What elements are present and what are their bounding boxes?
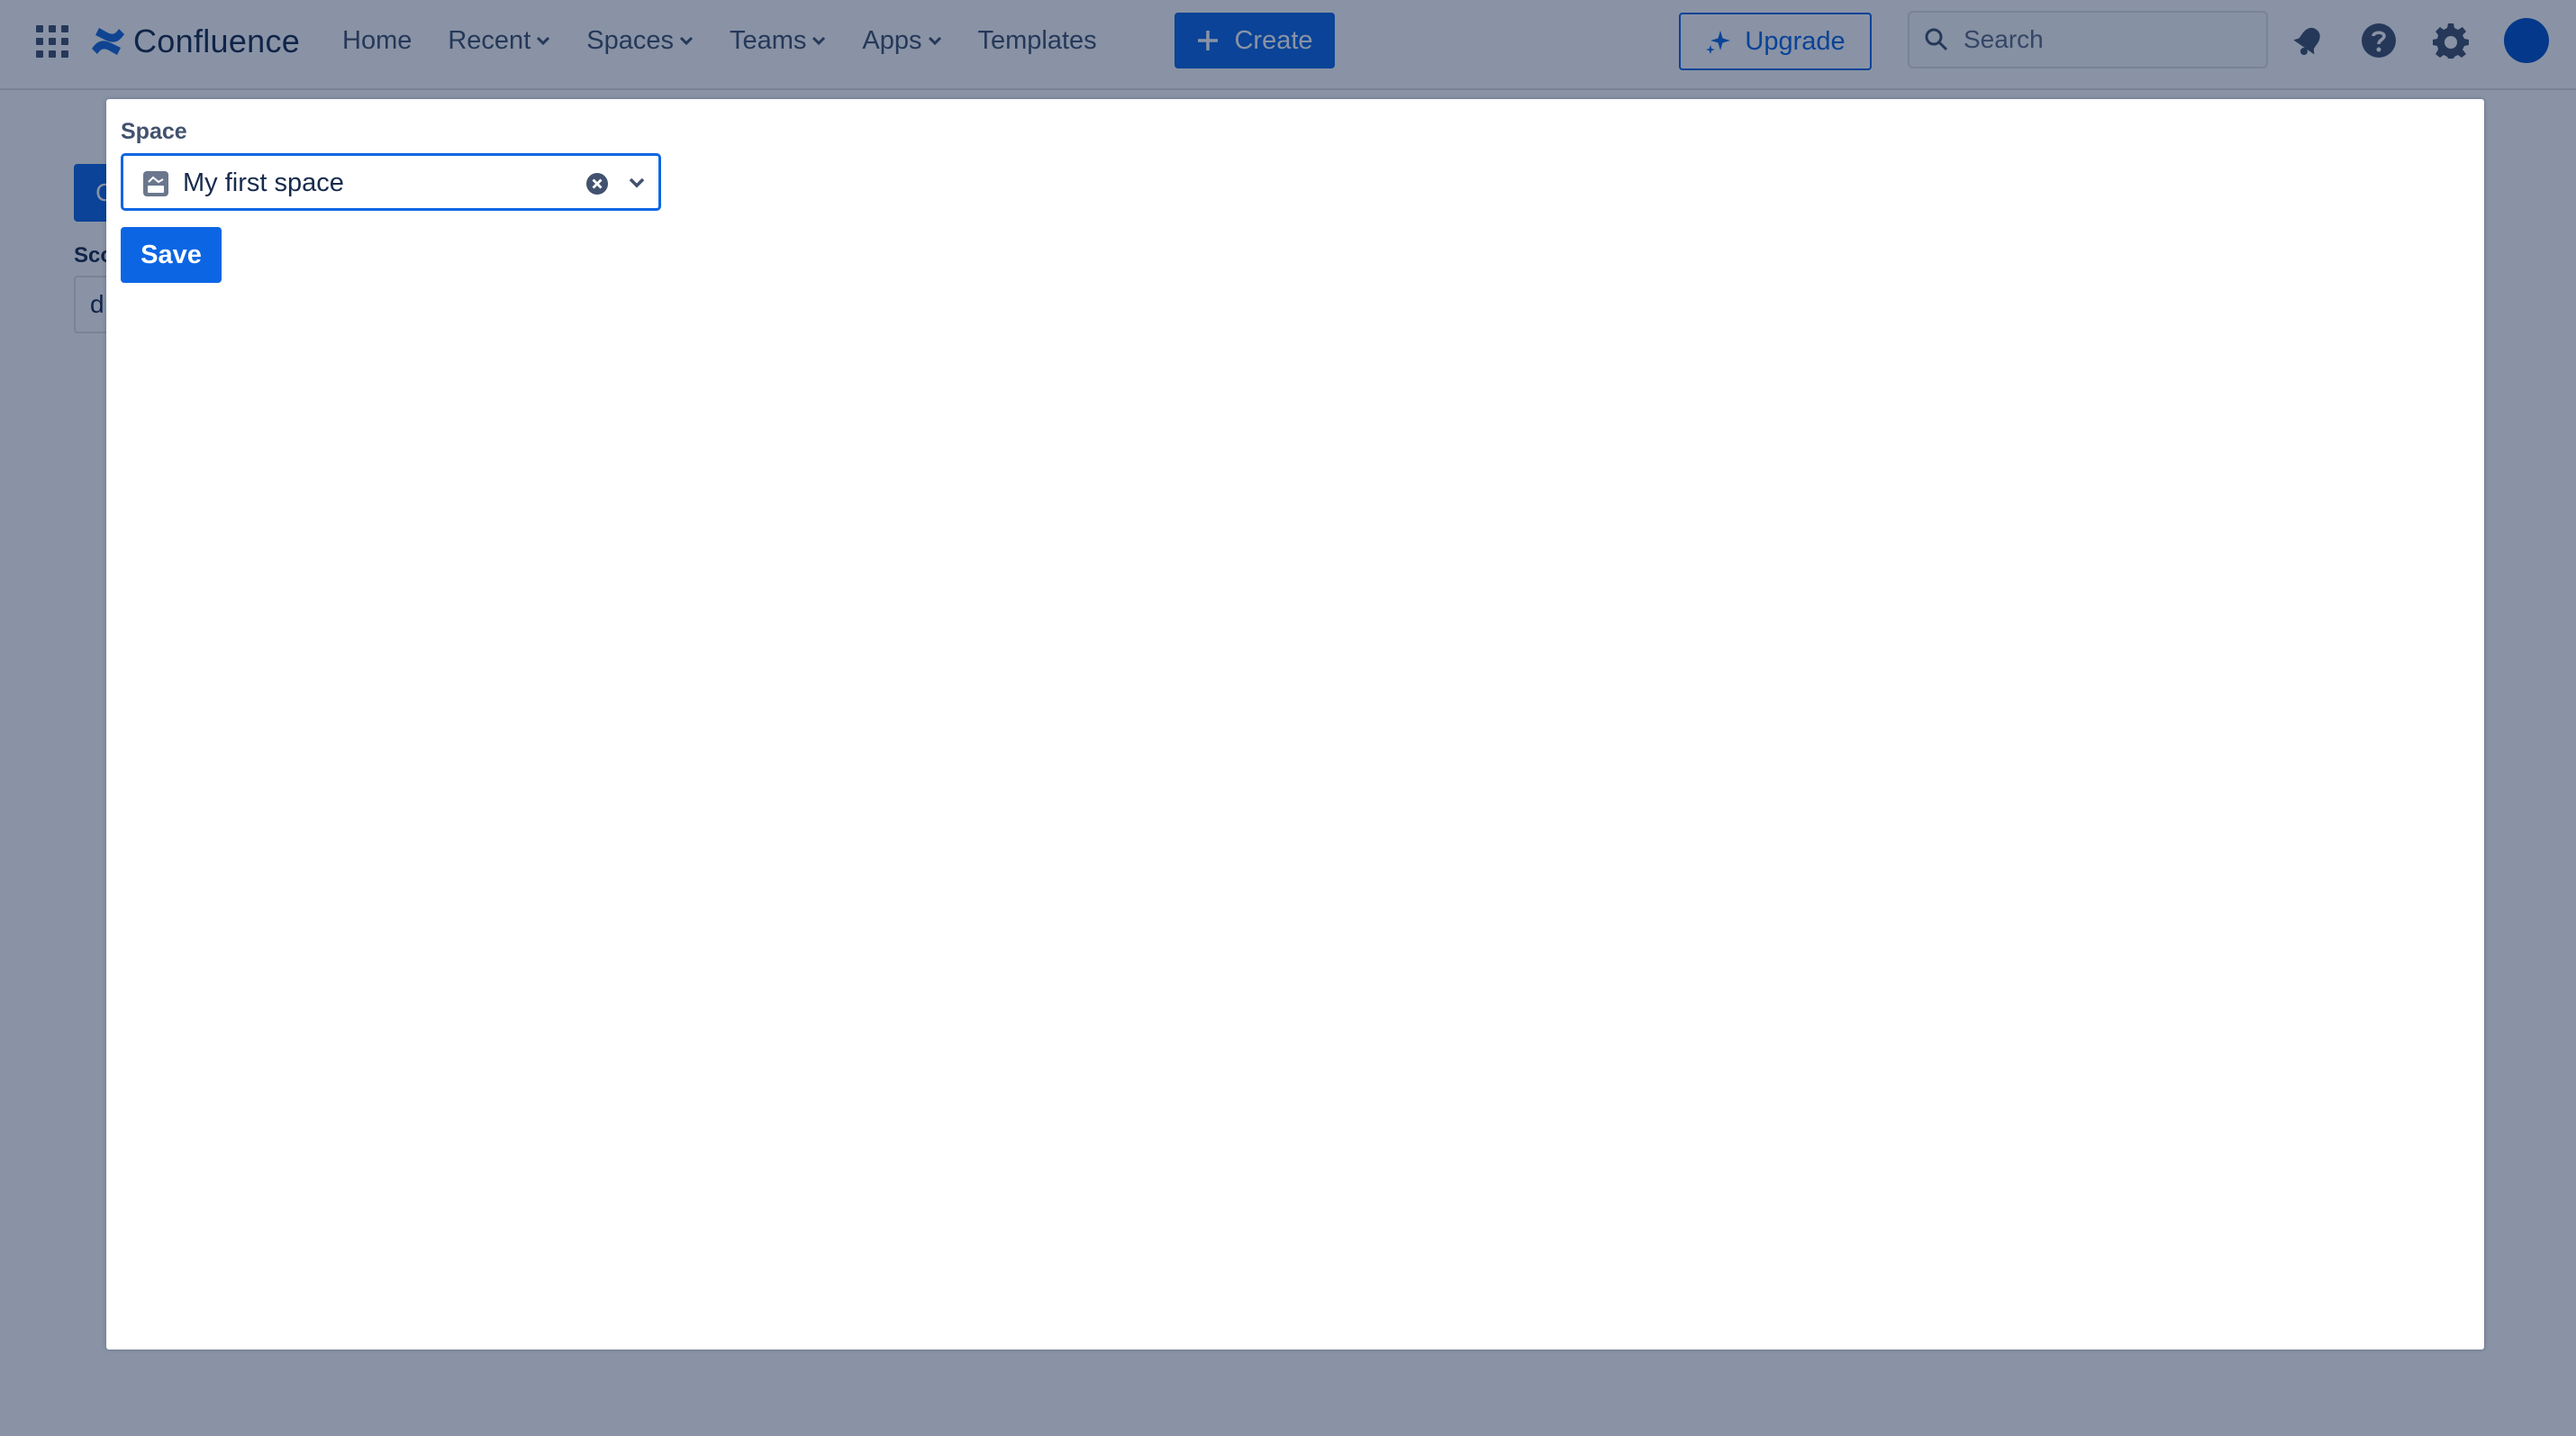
save-button[interactable]: Save <box>121 227 222 283</box>
space-field-label: Space <box>121 119 187 144</box>
modal-dialog: Space My first space Save <box>106 99 2484 1350</box>
space-icon <box>143 171 168 196</box>
chevron-down-icon[interactable] <box>628 176 646 190</box>
save-button-label: Save <box>141 240 202 269</box>
space-select-value: My first space <box>183 168 344 197</box>
space-select[interactable]: My first space <box>121 153 661 211</box>
clear-icon[interactable] <box>585 171 610 196</box>
